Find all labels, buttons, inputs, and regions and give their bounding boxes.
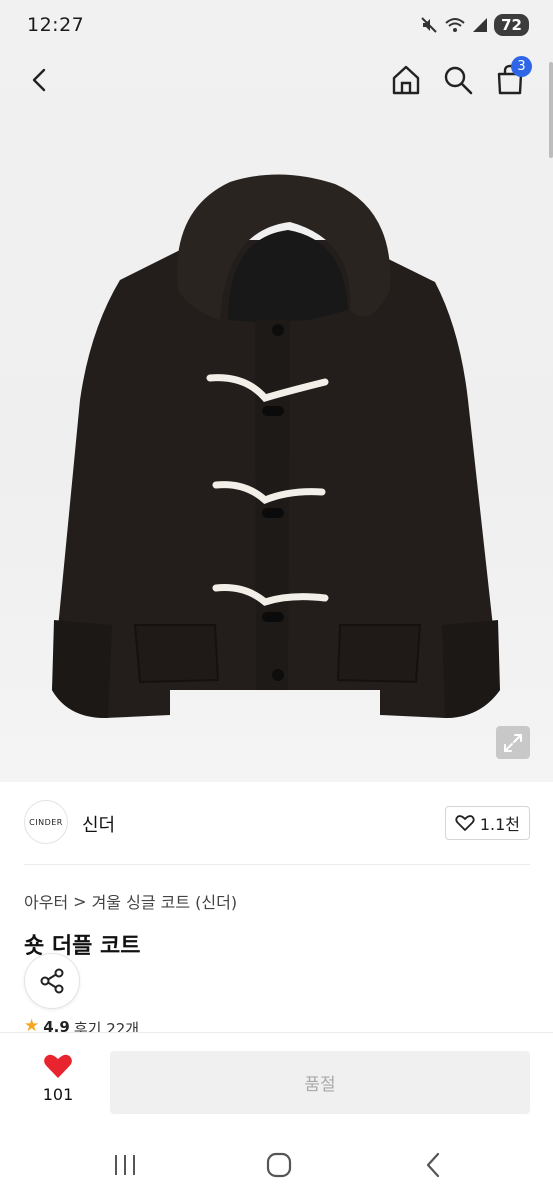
back-arrow-icon: [32, 68, 46, 92]
product-photo-coat: [52, 174, 500, 718]
system-back-button[interactable]: [414, 1150, 454, 1180]
back-button[interactable]: [20, 60, 60, 100]
system-back-icon: [426, 1152, 440, 1178]
wish-count: 101: [42, 1085, 74, 1104]
system-navigation-bar: [0, 1132, 553, 1200]
breadcrumb: 아우터 > 겨울 싱글 코트 (신더): [24, 889, 237, 913]
cart-count-badge: 3: [511, 56, 532, 77]
breadcrumb-category[interactable]: 아우터: [24, 889, 68, 913]
top-navigation: 3: [0, 56, 553, 106]
system-home-icon: [266, 1152, 292, 1178]
divider: [24, 864, 530, 865]
battery-level: 72: [494, 14, 529, 36]
brand-logo[interactable]: CINDER: [24, 800, 68, 844]
status-bar: 12:27 72: [0, 0, 553, 52]
system-home-button[interactable]: [259, 1150, 299, 1180]
brand-like-button[interactable]: 1.1천: [444, 806, 530, 840]
cart-button[interactable]: 3: [490, 56, 532, 100]
product-image-area[interactable]: [0, 0, 553, 782]
mute-icon: [421, 17, 437, 33]
brand-name[interactable]: 신더: [82, 811, 115, 837]
wish-button[interactable]: 101: [36, 1053, 80, 1104]
search-icon: [444, 66, 473, 95]
heart-outline-icon: [455, 815, 475, 831]
share-icon: [40, 968, 64, 994]
breadcrumb-separator: >: [73, 891, 87, 911]
sold-out-button[interactable]: 품절: [110, 1051, 530, 1114]
home-icon: [392, 65, 420, 95]
signal-icon: [473, 18, 488, 32]
wifi-icon: [445, 18, 465, 32]
heart-filled-icon: [44, 1054, 72, 1078]
brand-like-count: 1.1천: [479, 815, 520, 834]
recent-apps-button[interactable]: [105, 1150, 145, 1180]
recent-apps-icon: [115, 1155, 135, 1175]
share-button[interactable]: [24, 953, 80, 1009]
home-button[interactable]: [386, 60, 426, 100]
expand-image-button[interactable]: [496, 726, 530, 759]
expand-icon: [504, 733, 522, 752]
status-icons: 72: [420, 14, 529, 36]
purchase-bar: 101 품절: [0, 1032, 553, 1132]
status-time: 12:27: [27, 14, 85, 36]
breadcrumb-subcategory[interactable]: 겨울 싱글 코트 (신더): [92, 889, 238, 913]
search-button[interactable]: [438, 60, 478, 100]
brand-row[interactable]: CINDER 신더 1.1천: [24, 800, 530, 846]
